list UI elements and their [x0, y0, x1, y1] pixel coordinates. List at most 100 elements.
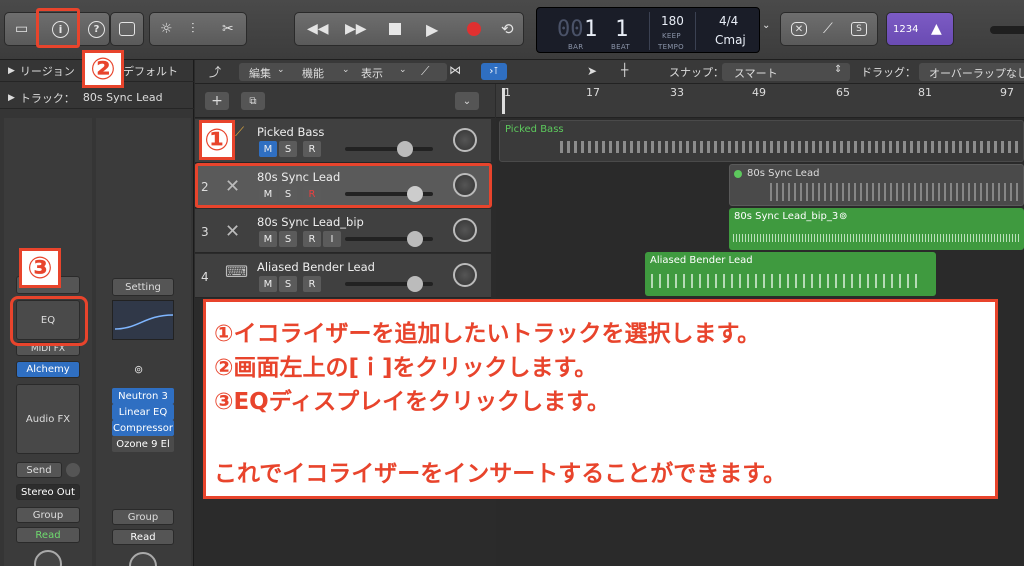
stop-icon[interactable]	[389, 23, 401, 35]
pan-knob[interactable]	[453, 218, 477, 242]
track-header-menu-icon[interactable]: ⌄	[455, 92, 479, 110]
audio-fx-slot[interactable]: Audio FX	[16, 384, 80, 454]
lcd-divider	[649, 12, 650, 50]
lcd-key: Cmaj	[715, 33, 746, 47]
bass-icon: ⟋	[235, 125, 245, 140]
track-name: Aliased Bender Lead	[257, 260, 375, 274]
mute-button[interactable]: M	[259, 231, 277, 247]
metronome-icon[interactable]: ▲	[931, 21, 942, 37]
track-row-aliased-bender-lead[interactable]: 4 ⌨ Aliased Bender Lead M S R	[195, 254, 491, 298]
region-title: 80s Sync Lead	[747, 168, 820, 179]
group-slot[interactable]: Group	[112, 509, 174, 525]
setting-button[interactable]: Setting	[112, 278, 174, 296]
track-inspector-header[interactable]: ▶ トラック： 80s Sync Lead	[0, 87, 194, 109]
eq-curve-display[interactable]	[112, 300, 174, 340]
automation-icon[interactable]: ⟋	[421, 64, 429, 79]
master-volume-slider[interactable]	[990, 26, 1024, 34]
link-icon[interactable]: ⊚	[134, 363, 143, 376]
send-knob[interactable]	[66, 463, 80, 477]
record-enable-button[interactable]: R	[303, 231, 321, 247]
lcd-bar-prefix: 00	[557, 17, 584, 42]
region-aliased-bender-lead[interactable]: Aliased Bender Lead	[645, 252, 936, 296]
automation-mode[interactable]: Read	[112, 529, 174, 545]
region-80s-sync-lead-bip[interactable]: 80s Sync Lead_bip_3 ⊚	[729, 208, 1024, 250]
toolbar-toggle-button[interactable]	[110, 12, 144, 46]
function-menu[interactable]: 機能	[302, 65, 324, 81]
region-picked-bass[interactable]: Picked Bass	[499, 120, 1024, 162]
fast-forward-icon[interactable]: ▶▶	[345, 21, 367, 37]
pencil-tool-icon[interactable]: ┼	[621, 63, 628, 77]
audio-waveform	[733, 234, 1020, 242]
catch-playhead-icon[interactable]: ›⊺	[481, 63, 507, 80]
snap-select[interactable]: スマート ⇕	[722, 63, 850, 81]
play-icon[interactable]: ▶	[426, 20, 438, 39]
pointer-tool-icon[interactable]: ➤	[587, 64, 597, 78]
instruction-conclusion: これでイコライザーをインサートすることができます。	[214, 461, 787, 487]
chevron-down-icon: ⌄	[342, 65, 350, 75]
volume-fader[interactable]	[345, 141, 433, 157]
pan-knob[interactable]	[453, 128, 477, 152]
group-slot[interactable]: Group	[16, 507, 80, 523]
lcd-tempo-label: TEMPO	[658, 43, 684, 51]
highlight-inspector-button	[36, 8, 80, 48]
solo-button[interactable]: S	[279, 141, 297, 157]
lcd-beat-label: BEAT	[611, 43, 630, 51]
record-icon[interactable]	[467, 22, 481, 36]
edit-menu[interactable]: 編集	[249, 65, 271, 81]
automation-mode[interactable]: Read	[16, 527, 80, 543]
pan-knob[interactable]	[453, 263, 477, 287]
flex-icon[interactable]: ⋈	[449, 63, 461, 77]
track-row-80s-sync-lead-bip[interactable]: 3 ✕ 80s Sync Lead_bip M S R I	[195, 209, 491, 253]
rewind-icon[interactable]: ◀◀	[307, 21, 329, 37]
add-track-button[interactable]: +	[205, 92, 229, 110]
inspector-track-name: 80s Sync Lead	[82, 91, 163, 104]
view-menu[interactable]: 表示	[361, 65, 383, 81]
playhead[interactable]	[502, 88, 505, 114]
solo-button[interactable]: S	[279, 231, 297, 247]
pan-knob[interactable]	[34, 550, 62, 566]
global-tracks-icon[interactable]: ⧉	[241, 92, 265, 110]
volume-fader[interactable]	[345, 231, 433, 247]
count-in-button[interactable]: 1234	[893, 24, 918, 35]
record-enable-button[interactable]: R	[303, 141, 321, 157]
plugin-slot-3[interactable]: Compressor	[112, 420, 174, 436]
snap-value: スマート	[734, 67, 778, 80]
region-80s-sync-lead[interactable]: 80s Sync Lead	[729, 164, 1024, 206]
chevron-down-icon: ⌄	[277, 65, 285, 75]
bar-ruler[interactable]: 1 17 33 49 65 81 97	[496, 84, 1024, 118]
track-number: 3	[201, 225, 209, 239]
mute-button[interactable]: M	[259, 276, 277, 292]
fader-handle[interactable]	[407, 231, 423, 247]
volume-fader[interactable]	[345, 276, 433, 292]
solo-button[interactable]: S	[279, 276, 297, 292]
output-slot[interactable]: Stereo Out	[16, 484, 80, 500]
track-row-picked-bass[interactable]: ⟋ Picked Bass M S R	[195, 119, 491, 163]
smart-controls-icon[interactable]: ☼	[160, 21, 173, 37]
fader-handle[interactable]	[397, 141, 413, 157]
quick-help-icon[interactable]: ?	[88, 20, 105, 38]
back-arrow-icon[interactable]: ⤴	[209, 63, 221, 80]
mixer-icon[interactable]: ⫶	[191, 21, 195, 37]
drag-select[interactable]: オーバーラップなし	[919, 63, 1024, 81]
tuner-icon[interactable]: ⟋	[823, 21, 833, 37]
library-icon[interactable]: ▭	[15, 21, 28, 37]
mute-button[interactable]: M	[259, 141, 277, 157]
editors-scissors-icon[interactable]: ✂	[222, 21, 234, 37]
cycle-icon[interactable]: ⟲	[501, 20, 514, 38]
instrument-slot-alchemy[interactable]: Alchemy	[16, 361, 80, 378]
fader-handle[interactable]	[407, 276, 423, 292]
lcd-chevron-icon[interactable]: ⌄	[762, 20, 770, 31]
plugin-slot-2[interactable]: Linear EQ	[112, 404, 174, 420]
plugin-slot-1[interactable]: Neutron 3	[112, 388, 174, 404]
lcd-display[interactable]: 00 1 1 BAR BEAT 180 KEEP TEMPO 4/4 Cmaj	[536, 7, 760, 53]
step-badge-3: ③	[19, 248, 61, 288]
region-title: Picked Bass	[505, 124, 564, 135]
score-icon[interactable]: S	[851, 22, 867, 36]
record-enable-button[interactable]: R	[303, 276, 321, 292]
send-slot[interactable]: Send	[16, 462, 62, 478]
disclosure-arrow-icon: ▶	[8, 92, 15, 103]
lcd-keep-label: KEEP	[662, 32, 681, 40]
replace-mode-icon[interactable]: ✕	[791, 22, 807, 36]
input-monitor-button[interactable]: I	[323, 231, 341, 247]
plugin-slot-4[interactable]: Ozone 9 El	[112, 436, 174, 452]
